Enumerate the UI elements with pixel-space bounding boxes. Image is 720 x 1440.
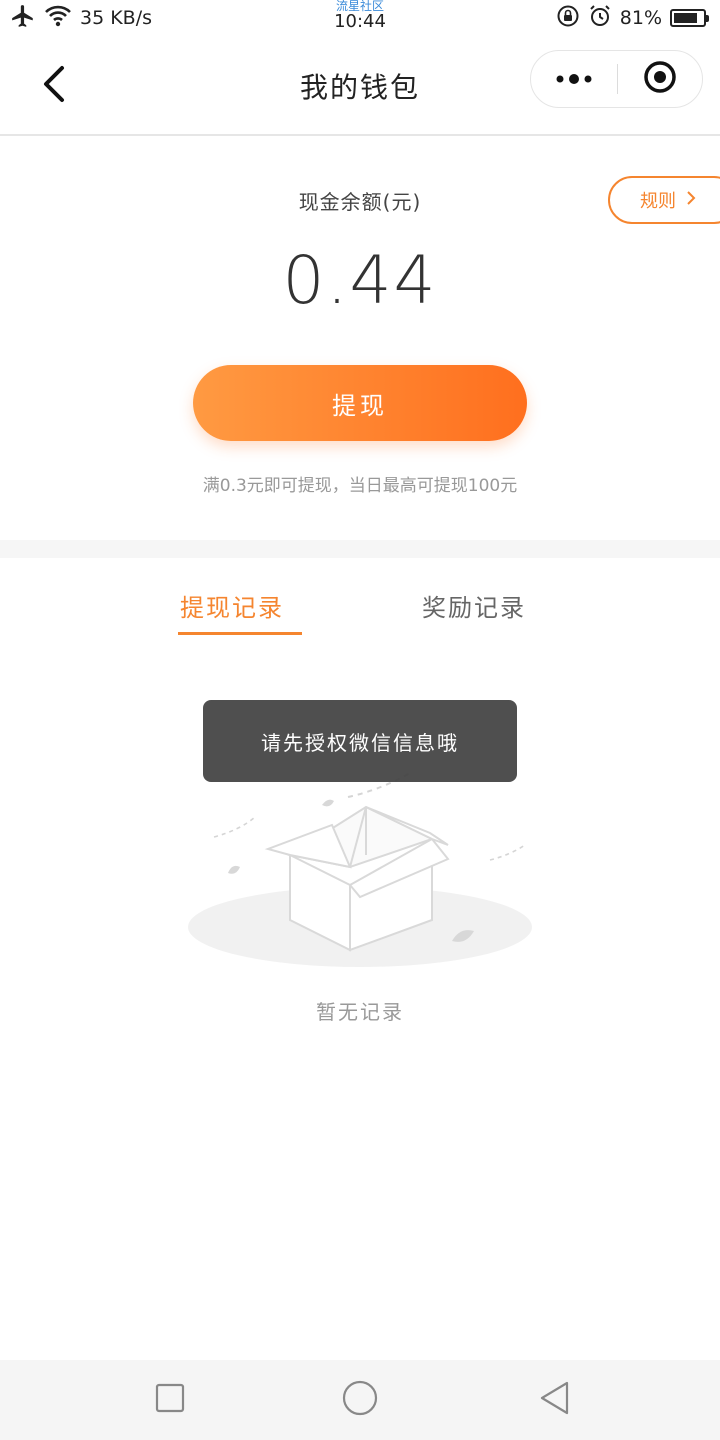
chevron-right-icon — [686, 190, 696, 211]
recent-apps-button[interactable] — [150, 1380, 190, 1420]
empty-box-illustration — [180, 755, 540, 975]
recent-apps-icon — [154, 1382, 186, 1418]
back-triangle-icon — [537, 1380, 571, 1420]
home-icon — [341, 1379, 379, 1421]
toast-message: 请先授权微信信息哦 — [203, 700, 517, 782]
rules-label: 规则 — [640, 191, 676, 212]
withdraw-button[interactable]: 提现 — [193, 365, 527, 441]
rules-button[interactable]: 规则 — [608, 176, 720, 224]
close-miniprogram-button[interactable] — [618, 51, 702, 107]
balance-amount: 0.44 — [282, 242, 438, 319]
alarm-icon — [588, 4, 612, 33]
section-divider — [0, 540, 720, 558]
battery-icon — [670, 9, 709, 27]
balance-card: 现金余额(元) 规则 0.44 提现 满0.3元即可提现，当日最高可提现100元 — [0, 138, 720, 540]
withdraw-note: 满0.3元即可提现，当日最高可提现100元 — [202, 476, 518, 496]
record-tabs: 提现记录 奖励记录 — [0, 558, 720, 638]
battery-level — [674, 13, 697, 23]
tab-reward-records[interactable]: 奖励记录 — [422, 588, 526, 623]
target-close-icon — [643, 60, 677, 98]
active-tab-indicator — [178, 632, 302, 635]
status-right: 81% — [556, 4, 709, 33]
more-button[interactable] — [531, 51, 617, 107]
tab-withdraw-records[interactable]: 提现记录 — [180, 588, 284, 623]
more-dots-icon — [554, 70, 594, 89]
system-back-button[interactable] — [534, 1380, 574, 1420]
system-nav-bar — [0, 1360, 720, 1440]
status-bar: 35 KB/s 流星社区 10:44 81% — [0, 0, 720, 36]
battery-percent: 81% — [619, 7, 662, 29]
rotation-lock-icon — [556, 4, 580, 33]
miniprogram-capsule — [530, 50, 703, 108]
empty-state-text: 暂无记录 — [316, 1000, 404, 1024]
nav-bar: 我的钱包 — [0, 36, 720, 136]
home-button[interactable] — [340, 1380, 380, 1420]
